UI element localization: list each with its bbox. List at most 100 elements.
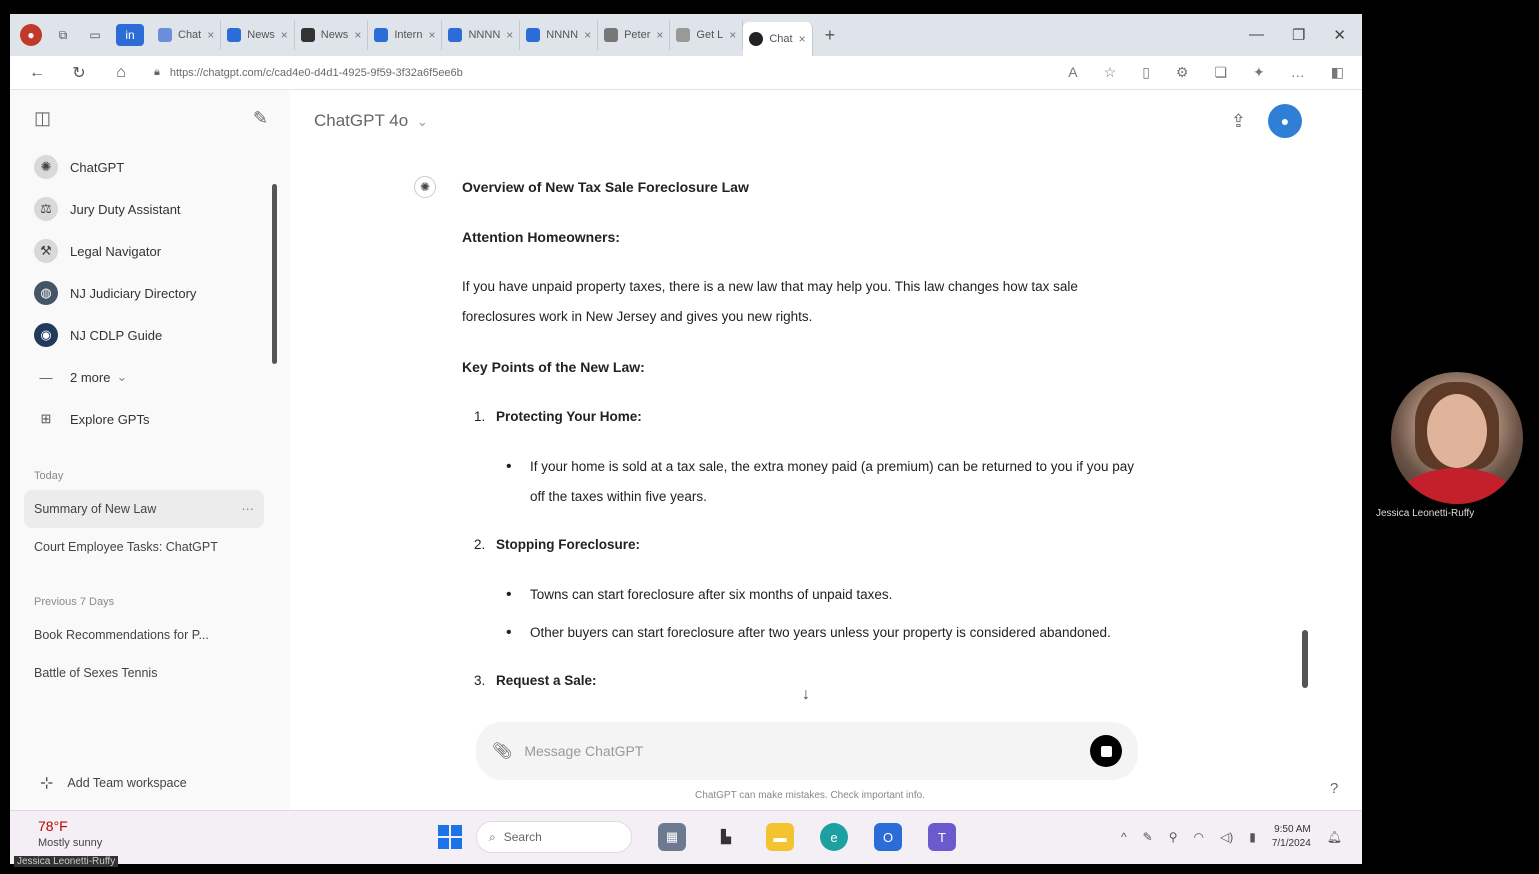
help-button[interactable]: ? bbox=[1330, 780, 1338, 797]
notification-bell-icon[interactable]: 🔔︎ bbox=[1327, 830, 1342, 844]
explore-gpts-item[interactable]: ⊞ Explore GPTs bbox=[10, 398, 290, 440]
tab-favicon-icon bbox=[227, 28, 242, 42]
sidebar-gpt-item[interactable]: ⚖ Jury Duty Assistant bbox=[10, 188, 290, 230]
linkedin-icon[interactable]: in bbox=[116, 24, 144, 46]
sidebar-gpt-item[interactable]: ⚒ Legal Navigator bbox=[10, 230, 290, 272]
tab-label: News bbox=[320, 29, 349, 41]
active-tab-label: Chat bbox=[769, 33, 793, 45]
browser-tab[interactable]: Peter × bbox=[598, 20, 671, 50]
model-selector[interactable]: ChatGPT 4o ⌄ bbox=[314, 111, 428, 131]
sidebar-gpt-item[interactable]: ✺ ChatGPT bbox=[10, 146, 290, 188]
tab-actions-icon[interactable]: ▭ bbox=[84, 24, 106, 46]
favorite-star-icon[interactable]: ☆ bbox=[1104, 64, 1117, 81]
read-aloud-icon[interactable]: A bbox=[1068, 64, 1077, 81]
sidebar-gpt-item[interactable]: ◍ NJ Judiciary Directory bbox=[10, 272, 290, 314]
teams-icon[interactable]: T bbox=[928, 823, 956, 851]
stop-icon bbox=[1100, 745, 1112, 757]
chat-options-icon[interactable]: ··· bbox=[242, 502, 255, 516]
more-gpts-toggle[interactable]: — 2 more ⌄ bbox=[10, 356, 290, 398]
assistant-avatar-icon: ✺ bbox=[414, 176, 436, 198]
disclaimer-text: ChatGPT can make mistakes. Check importa… bbox=[695, 790, 925, 801]
close-window-icon[interactable]: ✕ bbox=[1333, 26, 1346, 44]
sidebar-chat-item[interactable]: Summary of New Law ··· bbox=[24, 490, 264, 528]
workspaces-icon[interactable]: ⧉ bbox=[52, 24, 74, 46]
user-avatar[interactable]: ● bbox=[1268, 104, 1302, 138]
minimize-icon[interactable]: — bbox=[1249, 26, 1264, 44]
close-tab-icon[interactable]: × bbox=[428, 28, 435, 42]
browser-tab[interactable]: NNNN × bbox=[442, 20, 521, 50]
location-icon[interactable]: ⚲ bbox=[1169, 830, 1178, 844]
response-title: Overview of New Tax Sale Foreclosure Law bbox=[462, 179, 749, 195]
search-icon: ⌕ bbox=[489, 829, 496, 844]
chatgpt-icon: ✺ bbox=[34, 155, 58, 179]
more-menu-icon[interactable]: … bbox=[1291, 64, 1305, 81]
sidebar-toggle-icon[interactable]: ◧ bbox=[1331, 64, 1344, 81]
gpt-label: Legal Navigator bbox=[70, 243, 162, 259]
wifi-icon[interactable]: ◠ bbox=[1194, 830, 1204, 844]
scroll-down-arrow-icon[interactable]: ↓ bbox=[802, 686, 810, 704]
close-tab-icon[interactable]: × bbox=[729, 28, 736, 42]
split-screen-icon[interactable]: ▯ bbox=[1142, 64, 1150, 81]
sidebar-scrollbar[interactable] bbox=[272, 184, 277, 364]
new-chat-icon[interactable]: ✎ bbox=[253, 108, 268, 129]
edge-icon[interactable]: e bbox=[820, 823, 848, 851]
close-tab-icon[interactable]: × bbox=[281, 28, 288, 42]
new-tab-icon[interactable]: + bbox=[825, 25, 836, 46]
taskbar-apps: ⌕ Search ▦ ▙ ▬ e O T bbox=[438, 821, 956, 853]
collections-icon[interactable]: ❏ bbox=[1214, 64, 1227, 81]
browser-tab[interactable]: Intern × bbox=[368, 20, 443, 50]
sidebar-chat-item[interactable]: Court Employee Tasks: ChatGPT bbox=[10, 528, 268, 566]
start-button[interactable] bbox=[438, 825, 462, 849]
home-icon[interactable]: ⌂ bbox=[106, 64, 136, 82]
browser-tab[interactable]: Chat × bbox=[152, 20, 222, 50]
message-input[interactable] bbox=[524, 743, 1090, 759]
copilot-icon[interactable]: ✦ bbox=[1253, 64, 1265, 81]
taskbar-search[interactable]: ⌕ Search bbox=[476, 821, 632, 853]
taskbar-clock[interactable]: 9:50 AM 7/1/2024 bbox=[1272, 823, 1311, 851]
close-tab-icon[interactable]: × bbox=[799, 32, 806, 46]
chat-main: ChatGPT 4o ⌄ ⇪ ● ✺ Overview of New Tax S… bbox=[290, 90, 1362, 810]
url-field[interactable]: 🔒︎ https://chatgpt.com/c/cad4e0-d4d1-492… bbox=[154, 60, 974, 86]
file-explorer-icon[interactable]: ▬ bbox=[766, 823, 794, 851]
tray-chevron-icon[interactable]: ^ bbox=[1121, 830, 1127, 844]
browser-tab[interactable]: NNNN × bbox=[520, 20, 599, 50]
sidebar-chat-item[interactable]: Book Recommendations for P... bbox=[10, 616, 268, 654]
task-view-icon[interactable]: ▦ bbox=[658, 823, 686, 851]
share-icon[interactable]: ⇪ bbox=[1231, 111, 1246, 132]
browser-tab-strip: ● ⧉ ▭ in Chat × News × News × Intern × NNNN × NNNN… bbox=[10, 14, 1362, 56]
maximize-icon[interactable]: ❐ bbox=[1292, 26, 1305, 44]
browser-tab[interactable]: News × bbox=[295, 20, 369, 50]
tab-chatgpt-active[interactable]: Chat × bbox=[743, 22, 813, 56]
close-tab-icon[interactable]: × bbox=[506, 28, 513, 42]
close-sidebar-icon[interactable]: ◫ bbox=[34, 108, 51, 129]
volume-icon[interactable]: ◁) bbox=[1220, 830, 1233, 844]
clock-date: 7/1/2024 bbox=[1271, 838, 1311, 849]
weather-widget[interactable]: 78°F Mostly sunny bbox=[38, 819, 102, 851]
refresh-icon[interactable]: ↻ bbox=[64, 63, 94, 83]
widgets-icon[interactable]: ▙ bbox=[712, 823, 740, 851]
sidebar-gpt-item[interactable]: ◉ NJ CDLP Guide bbox=[10, 314, 290, 356]
browser-tab[interactable]: News × bbox=[221, 20, 295, 50]
chat-title: Court Employee Tasks: ChatGPT bbox=[34, 540, 218, 554]
sidebar-chat-item[interactable]: Battle of Sexes Tennis bbox=[10, 654, 268, 692]
chat-title: Summary of New Law bbox=[34, 502, 157, 516]
close-tab-icon[interactable]: × bbox=[354, 28, 361, 42]
close-tab-icon[interactable]: × bbox=[207, 28, 214, 42]
add-team-workspace-button[interactable]: ⊹ Add Team workspace bbox=[10, 756, 290, 810]
battery-icon[interactable]: ▮ bbox=[1249, 830, 1256, 844]
outlook-icon[interactable]: O bbox=[874, 823, 902, 851]
attach-icon[interactable]: 📎︎ bbox=[492, 741, 512, 761]
key-point-heading: 2. Stopping Foreclosure: bbox=[474, 530, 1142, 560]
extensions-icon[interactable]: ⚙ bbox=[1176, 64, 1189, 81]
key-points-heading: Key Points of the New Law: bbox=[462, 359, 645, 375]
chat-scrollbar[interactable] bbox=[1302, 630, 1308, 688]
browser-tab[interactable]: Get L × bbox=[670, 20, 744, 50]
back-icon[interactable]: ← bbox=[22, 64, 52, 82]
previous-chat-list: Book Recommendations for P... Battle of S… bbox=[10, 616, 290, 692]
pen-icon[interactable]: ✎ bbox=[1143, 830, 1153, 844]
stop-generating-button[interactable] bbox=[1090, 735, 1122, 767]
close-tab-icon[interactable]: × bbox=[656, 28, 663, 42]
profile-icon[interactable]: ● bbox=[20, 24, 42, 46]
search-placeholder: Search bbox=[503, 830, 542, 844]
close-tab-icon[interactable]: × bbox=[584, 28, 591, 42]
